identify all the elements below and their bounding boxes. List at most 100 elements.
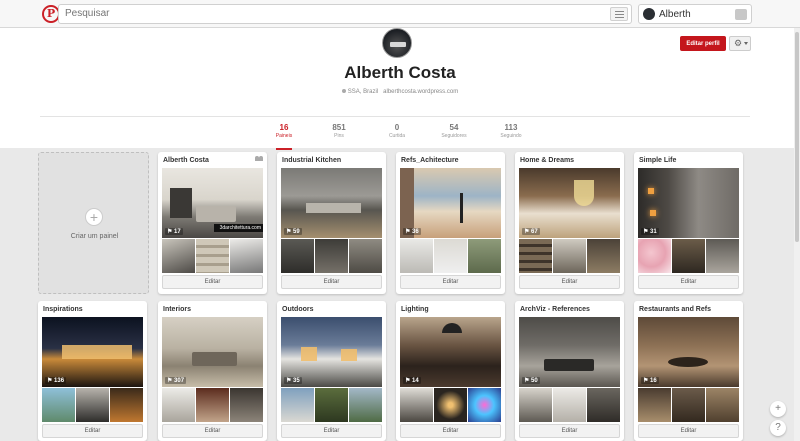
board-thumbnail[interactable]	[672, 239, 705, 273]
stat-pins[interactable]: 851 Pins	[309, 123, 369, 139]
board-title: Home & Dreams	[520, 157, 575, 164]
board-thumbnail[interactable]	[434, 388, 467, 422]
board-cover-image[interactable]: ⚑ 136	[42, 317, 143, 387]
page-scrollbar[interactable]	[794, 28, 800, 441]
stat-number: 851	[332, 123, 346, 132]
board-thumbnails	[519, 388, 620, 422]
board-title: Alberth Costa	[163, 157, 209, 164]
board-card[interactable]: Home & Dreams ⚑ 67 Editar	[515, 152, 624, 294]
board-thumbnail[interactable]	[519, 388, 552, 422]
board-thumbnails	[281, 388, 382, 422]
board-cover-image[interactable]: ⚑ 35	[281, 317, 382, 387]
search-input[interactable]	[65, 8, 585, 19]
edit-board-button[interactable]: Editar	[638, 275, 739, 289]
board-cover-image[interactable]: ⚑ 14	[400, 317, 501, 387]
board-thumbnail[interactable]	[315, 239, 348, 273]
messages-icon[interactable]	[735, 9, 747, 20]
edit-board-button[interactable]: Editar	[281, 275, 382, 289]
board-thumbnail[interactable]	[468, 239, 501, 273]
pin-count: ⚑ 35	[284, 377, 302, 384]
edit-board-button[interactable]: Editar	[400, 424, 501, 438]
board-cover-image[interactable]: ⚑ 59	[281, 168, 382, 238]
board-card[interactable]: Alberth Costa 3darchitettura.com ⚑ 17 Ed…	[158, 152, 267, 294]
board-card[interactable]: Outdoors ⚑ 35 Editar	[277, 301, 386, 441]
stat-boards[interactable]: 16 Paineis	[254, 123, 314, 150]
board-thumbnail[interactable]	[706, 239, 739, 273]
board-thumbnails	[519, 239, 620, 273]
board-thumbnail[interactable]	[638, 388, 671, 422]
add-pin-button[interactable]: +	[770, 401, 786, 417]
stat-likes[interactable]: 0 Curtida	[367, 123, 427, 139]
board-thumbnail[interactable]	[76, 388, 109, 422]
board-thumbnail[interactable]	[196, 388, 229, 422]
board-cover-image[interactable]: ⚑ 31	[638, 168, 739, 238]
board-thumbnail[interactable]	[162, 239, 195, 273]
scrollbar-thumb[interactable]	[795, 32, 799, 242]
board-thumbnail[interactable]	[110, 388, 143, 422]
profile-website-link[interactable]: alberthcosta.wordpress.com	[383, 89, 458, 95]
board-cover-image[interactable]: 3darchitettura.com ⚑ 17	[162, 168, 263, 238]
stat-followers[interactable]: 54 Seguidores	[424, 123, 484, 139]
edit-board-button[interactable]: Editar	[519, 275, 620, 289]
stat-following[interactable]: 113 Seguindo	[481, 123, 541, 139]
edit-profile-button[interactable]: Editar perfil	[680, 36, 726, 51]
edit-board-button[interactable]: Editar	[162, 275, 263, 289]
edit-board-button[interactable]: Editar	[638, 424, 739, 438]
board-cover-image[interactable]: ⚑ 50	[519, 317, 620, 387]
board-thumbnail[interactable]	[281, 388, 314, 422]
board-cover-image[interactable]: ⚑ 67	[519, 168, 620, 238]
edit-board-button[interactable]: Editar	[281, 424, 382, 438]
help-button[interactable]: ?	[770, 420, 786, 436]
board-title: Interiors	[163, 306, 192, 313]
board-thumbnail[interactable]	[638, 239, 671, 273]
board-thumbnail[interactable]	[315, 388, 348, 422]
pin-count: ⚑ 67	[522, 228, 540, 235]
pin-count: ⚑ 14	[403, 377, 421, 384]
board-thumbnail[interactable]	[281, 239, 314, 273]
edit-board-button[interactable]: Editar	[162, 424, 263, 438]
board-thumbnails	[638, 388, 739, 422]
stat-number: 54	[449, 123, 459, 132]
board-cover-image[interactable]: ⚑ 307	[162, 317, 263, 387]
category-menu-icon[interactable]	[610, 7, 628, 21]
board-cover-image[interactable]: ⚑ 36	[400, 168, 501, 238]
board-card[interactable]: Restaurants and Refs ⚑ 16 Editar	[634, 301, 743, 441]
board-thumbnail[interactable]	[42, 388, 75, 422]
board-thumbnail[interactable]	[349, 239, 382, 273]
board-cover-image[interactable]: ⚑ 16	[638, 317, 739, 387]
board-thumbnail[interactable]	[434, 239, 467, 273]
board-thumbnail[interactable]	[468, 388, 501, 422]
board-thumbnail[interactable]	[706, 388, 739, 422]
board-thumbnail[interactable]	[672, 388, 705, 422]
board-thumbnail[interactable]	[519, 239, 552, 273]
board-card[interactable]: Inspirations ⚑ 136 Editar	[38, 301, 147, 441]
edit-board-button[interactable]: Editar	[400, 275, 501, 289]
edit-board-button[interactable]: Editar	[42, 424, 143, 438]
board-thumbnail[interactable]	[553, 388, 586, 422]
create-board-label: Criar um painel	[70, 233, 119, 240]
create-board-button[interactable]: + Criar um painel	[38, 152, 149, 294]
board-thumbnail[interactable]	[230, 239, 263, 273]
board-thumbnail[interactable]	[196, 239, 229, 273]
edit-board-button[interactable]: Editar	[519, 424, 620, 438]
board-thumbnails	[162, 388, 263, 422]
board-thumbnail[interactable]	[162, 388, 195, 422]
user-menu-button[interactable]: Alberth	[638, 4, 752, 24]
board-thumbnail[interactable]	[400, 239, 433, 273]
board-thumbnail[interactable]	[349, 388, 382, 422]
stat-number: 0	[394, 123, 400, 132]
board-card[interactable]: Lighting ⚑ 14 Editar	[396, 301, 505, 441]
board-thumbnail[interactable]	[230, 388, 263, 422]
board-thumbnail[interactable]	[587, 239, 620, 273]
board-card[interactable]: ArchViz - References ⚑ 50 Editar	[515, 301, 624, 441]
board-thumbnail[interactable]	[400, 388, 433, 422]
board-thumbnail[interactable]	[587, 388, 620, 422]
board-card[interactable]: Refs_Achitecture ⚑ 36 Editar	[396, 152, 505, 294]
settings-button[interactable]: ⚙	[729, 36, 751, 51]
profile-stats: 16 Paineis 851 Pins 0 Curtida 54 Seguido…	[40, 116, 750, 150]
board-thumbnails	[162, 239, 263, 273]
board-card[interactable]: Interiors ⚑ 307 Editar	[158, 301, 267, 441]
board-card[interactable]: Simple Life ⚑ 31 Editar	[634, 152, 743, 294]
board-card[interactable]: Industrial Kitchen ⚑ 59 Editar	[277, 152, 386, 294]
board-thumbnail[interactable]	[553, 239, 586, 273]
